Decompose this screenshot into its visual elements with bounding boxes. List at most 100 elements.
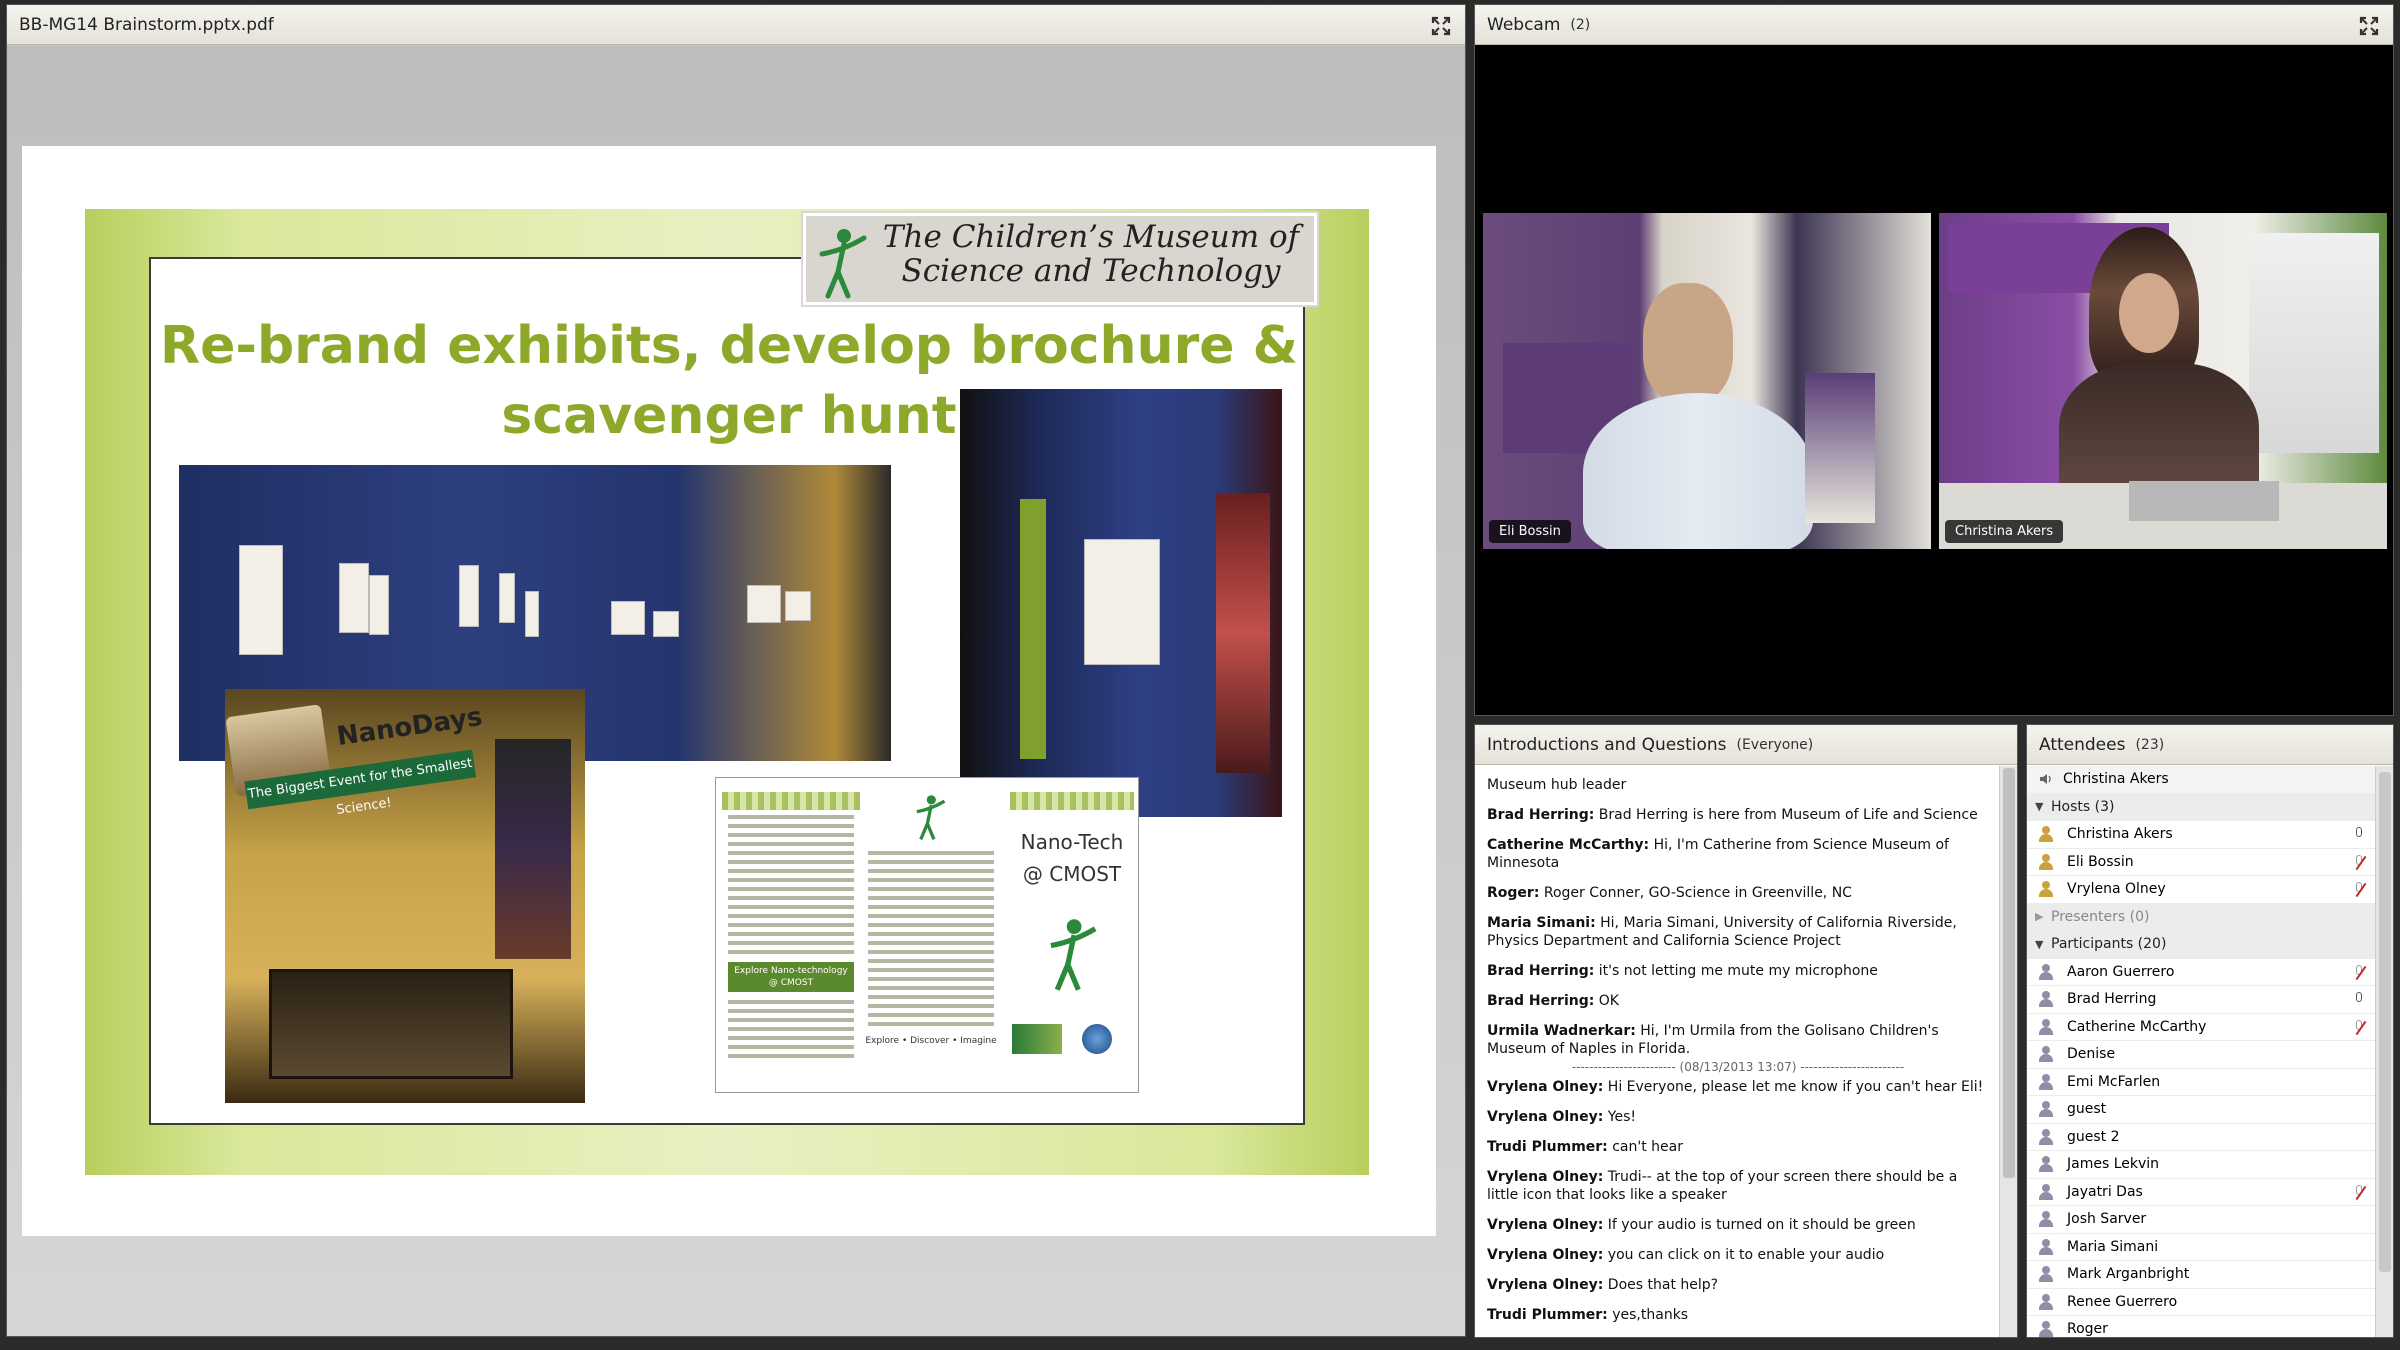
user-icon xyxy=(2039,1101,2053,1118)
user-icon xyxy=(2039,1156,2053,1173)
brochure-title-line1: Nano-Tech xyxy=(1020,830,1124,854)
attendee-name: Renee Guerrero xyxy=(2067,1293,2178,1310)
webcam-pod-header: Webcam (2) xyxy=(1475,5,2393,45)
presenters-group-header[interactable]: ▶ Presenters (0) xyxy=(2027,903,2375,931)
attendees-pod-title: Attendees xyxy=(2039,734,2126,755)
user-icon xyxy=(2039,1211,2053,1228)
chat-text: Hi Everyone, please let me know if you c… xyxy=(1607,1079,1984,1095)
brochure-title-line2: @ CMOST xyxy=(1022,862,1122,886)
mic-muted-icon xyxy=(2353,1184,2367,1201)
chat-scope[interactable]: (Everyone) xyxy=(1737,737,1814,753)
participant-row[interactable]: Jayatri Das xyxy=(2027,1179,2375,1206)
attendee-name: guest 2 xyxy=(2067,1128,2120,1145)
participants-list: Aaron Guerrero Brad Herring Catherine McCa… xyxy=(2027,959,2375,1337)
slide-frame: The Children’s Museum of Science and Tec… xyxy=(85,209,1369,1175)
share-stage: The Children’s Museum of Science and Tec… xyxy=(7,46,1465,1336)
chat-messages: Museum hub leader Brad Herring: Brad Herr… xyxy=(1475,766,1999,1337)
participant-row[interactable]: Josh Sarver xyxy=(2027,1206,2375,1234)
chat-sender: Brad Herring: xyxy=(1487,807,1595,823)
attendee-name: Eli Bossin xyxy=(2067,853,2134,870)
attendee-name: Christina Akers xyxy=(2067,826,2173,843)
chat-message: Vrylena Olney: Does that help? xyxy=(1487,1276,1989,1294)
chat-timestamp-separator: ------------------------ (08/13/2013 13:… xyxy=(1571,1060,1905,1074)
participant-row[interactable]: guest xyxy=(2027,1096,2375,1124)
collapse-triangle-icon[interactable]: ▼ xyxy=(2035,800,2051,813)
participants-group-label: Participants (20) xyxy=(2051,936,2167,953)
fullscreen-icon[interactable] xyxy=(2359,16,2379,36)
webcam-name-label: Eli Bossin xyxy=(1489,520,1571,543)
chat-scrollbar[interactable] xyxy=(1999,766,2017,1337)
participant-row[interactable]: Catherine McCarthy xyxy=(2027,1014,2375,1041)
chat-sender: Trudi Plummer: xyxy=(1487,1307,1608,1323)
chat-pod-title: Introductions and Questions xyxy=(1487,734,1727,755)
mic-icon xyxy=(2353,827,2365,843)
chat-message: Vrylena Olney: Yes! xyxy=(1487,1108,1989,1126)
participant-row[interactable]: Aaron Guerrero xyxy=(2027,959,2375,986)
participant-row[interactable]: Maria Simani xyxy=(2027,1234,2375,1261)
user-icon xyxy=(2039,963,2053,980)
exhibit-photo-nanodays: NanoDays The Biggest Event for the Small… xyxy=(225,689,585,1103)
attendee-name: Catherine McCarthy xyxy=(2067,1018,2207,1035)
nanodays-label: NanoDays xyxy=(335,701,485,753)
slide-content: The Children’s Museum of Science and Tec… xyxy=(149,211,1319,1125)
user-icon xyxy=(2039,1266,2053,1283)
host-row[interactable]: Vrylena Olney xyxy=(2027,876,2375,904)
attendees-pod: Attendees (23) Christina Akers ▼ Hosts (… xyxy=(2026,724,2394,1338)
chat-sender: Brad Herring: xyxy=(1487,993,1595,1009)
participant-row[interactable]: Mark Arganbright xyxy=(2027,1261,2375,1289)
attendee-name: Vrylena Olney xyxy=(2067,881,2166,898)
attendees-pod-header: Attendees (23) xyxy=(2027,725,2393,765)
brochure-button-text: Explore Nano-technology @ CMOST xyxy=(728,962,854,992)
participant-row[interactable]: Renee Guerrero xyxy=(2027,1289,2375,1316)
chat-message: Trudi Plummer: can't hear xyxy=(1487,1138,1989,1156)
chat-sender: Maria Simani: xyxy=(1487,915,1596,931)
chat-text: yes,thanks xyxy=(1612,1307,1689,1323)
participant-row[interactable]: Brad Herring xyxy=(2027,986,2375,1014)
attendee-name: Maria Simani xyxy=(2067,1238,2159,1255)
brochure-column-2: Explore • Discover • Imagine xyxy=(862,792,1000,1082)
chat-message: Vrylena Olney: Great xyxy=(1487,1336,1989,1337)
chat-text: Yes! xyxy=(1607,1109,1637,1125)
expand-triangle-icon[interactable]: ▶ xyxy=(2035,910,2051,923)
participant-row[interactable]: Roger xyxy=(2027,1316,2375,1337)
host-row[interactable]: Christina Akers xyxy=(2027,821,2375,849)
host-user-icon xyxy=(2039,826,2053,843)
attendees-scrollbar[interactable] xyxy=(2375,766,2393,1337)
participants-group-header[interactable]: ▼ Participants (20) xyxy=(2027,931,2375,959)
attendee-name: Denise xyxy=(2067,1046,2116,1063)
host-row[interactable]: Eli Bossin xyxy=(2027,849,2375,876)
participant-row[interactable]: Denise xyxy=(2027,1041,2375,1069)
participant-row[interactable]: guest 2 xyxy=(2027,1124,2375,1151)
participant-row[interactable]: James Lekvin xyxy=(2027,1151,2375,1179)
user-icon xyxy=(2039,1183,2053,1200)
host-user-icon xyxy=(2039,881,2053,898)
host-user-icon xyxy=(2039,853,2053,870)
chat-pod: Introductions and Questions (Everyone) M… xyxy=(1474,724,2018,1338)
chat-text: If your audio is turned on it should be … xyxy=(1607,1217,1916,1233)
share-pod-header: BB-MG14 Brainstorm.pptx.pdf xyxy=(7,5,1465,45)
chat-message: Museum hub leader xyxy=(1487,776,1989,794)
webcam-feed-eli[interactable]: Eli Bossin xyxy=(1483,213,1931,549)
webcam-feed-christina[interactable]: Christina Akers xyxy=(1939,213,2387,549)
chat-sender: Brad Herring: xyxy=(1487,963,1595,979)
mic-muted-icon xyxy=(2353,882,2367,898)
attendee-name: Aaron Guerrero xyxy=(2067,963,2175,980)
fullscreen-icon[interactable] xyxy=(1431,16,1451,36)
current-speaker-name: Christina Akers xyxy=(2063,771,2169,788)
chat-text: can't hear xyxy=(1612,1139,1683,1155)
chat-message: Maria Simani: Hi, Maria Simani, Universi… xyxy=(1487,914,1989,950)
chat-sender: Vrylena Olney: xyxy=(1487,1217,1604,1233)
user-icon xyxy=(2039,1073,2053,1090)
logo-text-line1: The Children’s Museum of xyxy=(882,219,1300,255)
chat-message: Urmila Wadnerkar: Hi, I'm Urmila from th… xyxy=(1487,1022,1989,1058)
chat-message: Brad Herring: OK xyxy=(1487,992,1989,1010)
brochure-image: Explore Nano-technology @ CMOST Explore … xyxy=(715,777,1139,1093)
attendee-name: James Lekvin xyxy=(2067,1156,2160,1173)
collapse-triangle-icon[interactable]: ▼ xyxy=(2035,938,2051,951)
slide: The Children’s Museum of Science and Tec… xyxy=(22,146,1436,1236)
chat-message: Vrylena Olney: you can click on it to en… xyxy=(1487,1246,1989,1264)
mic-muted-icon xyxy=(2353,854,2367,871)
chat-message: Brad Herring: it's not letting me mute m… xyxy=(1487,962,1989,980)
participant-row[interactable]: Emi McFarlen xyxy=(2027,1069,2375,1096)
hosts-group-header[interactable]: ▼ Hosts (3) xyxy=(2027,793,2375,821)
